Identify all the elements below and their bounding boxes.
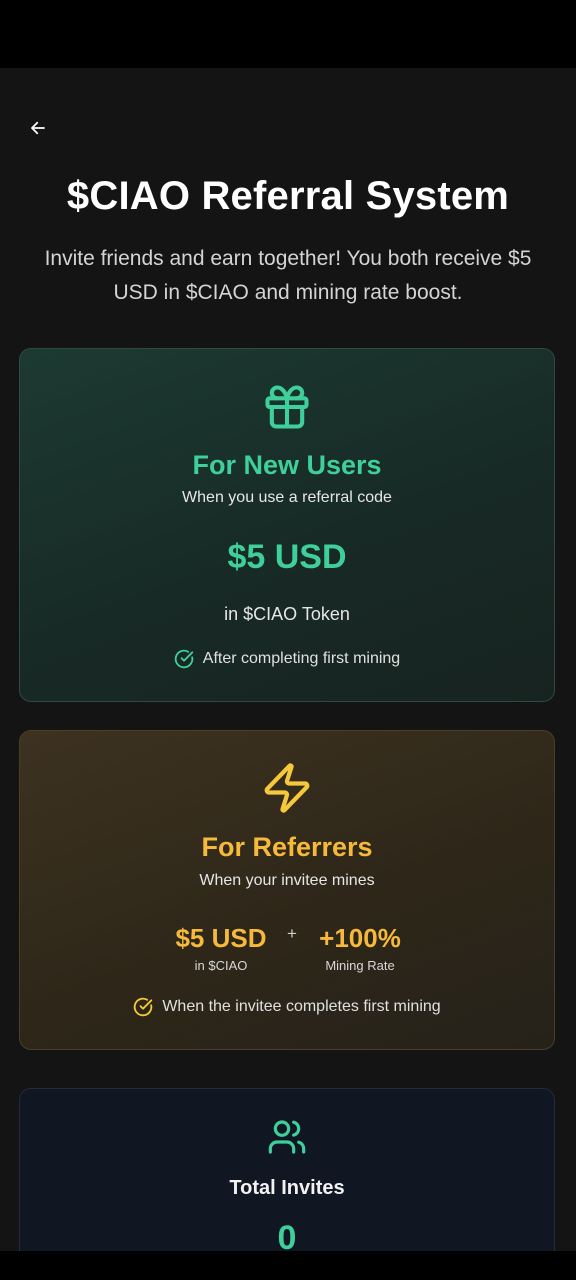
back-button[interactable]	[22, 112, 54, 144]
new-users-condition: After completing first mining	[20, 649, 554, 669]
referrers-heading: For Referrers	[201, 832, 373, 862]
page-title: $CIAO Referral System	[66, 174, 510, 218]
lightning-icon	[264, 763, 310, 813]
plus-sign: +	[287, 924, 297, 943]
total-invites-count: 0	[277, 1219, 297, 1251]
users-icon	[268, 1120, 306, 1154]
gift-icon	[265, 385, 309, 429]
check-circle-icon	[174, 649, 194, 669]
referrer-usd-value: $5 USD	[175, 923, 267, 953]
referrer-usd-label: in $CIAO	[194, 958, 248, 973]
arrow-left-icon	[31, 121, 45, 135]
total-invites-card: Total Invites 0	[19, 1088, 555, 1251]
new-users-condition-text: After completing first mining	[202, 650, 401, 667]
new-users-card: For New Users When you use a referral co…	[19, 348, 555, 702]
new-users-token-note: in $CIAO Token	[224, 604, 350, 624]
total-invites-heading: Total Invites	[229, 1177, 345, 1199]
referrer-usd-reward: $5 USD in $CIAO	[168, 923, 274, 973]
referrer-rate-label: Mining Rate	[325, 958, 395, 973]
referrer-rate-value: +100%	[319, 923, 401, 953]
referrers-condition-text: When the invitee completes first mining	[162, 998, 441, 1015]
referrer-rate-reward: +100% Mining Rate	[310, 923, 410, 973]
new-users-heading: For New Users	[192, 450, 382, 480]
referrers-card: For Referrers When your invitee mines $5…	[19, 730, 555, 1050]
navigation-bar	[0, 1251, 576, 1280]
status-bar	[0, 0, 576, 68]
page-subtitle: Invite friends and earn together! You bo…	[44, 247, 532, 304]
referral-screen: $CIAO Referral System Invite friends and…	[0, 68, 576, 1251]
referrers-condition: When the invitee completes first mining	[20, 997, 554, 1017]
check-circle-icon	[134, 997, 153, 1017]
new-users-amount: $5 USD	[227, 538, 347, 576]
new-users-subheading: When you use a referral code	[182, 489, 392, 506]
referrers-subheading: When your invitee mines	[199, 872, 375, 889]
